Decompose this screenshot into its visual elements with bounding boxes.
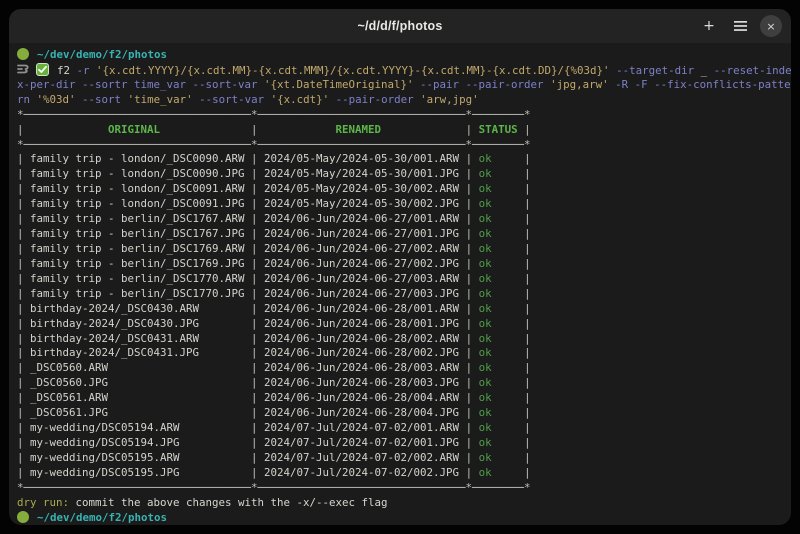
table-row: | my-wedding/DSC05195.ARW | 2024/07-Jul/… [17, 451, 791, 466]
command-line: f2 -r '{x.cdt.YYYY}/{x.cdt.MM}-{x.cdt.MM… [17, 63, 791, 78]
table-row: | my-wedding/DSC05195.JPG | 2024/07-Jul/… [17, 466, 791, 481]
table-row: | birthday-2024/_DSC0431.JPG | 2024/06-J… [17, 346, 791, 361]
table-border: *───────────────────────────────────*───… [17, 481, 791, 496]
menu-button[interactable] [729, 15, 751, 37]
command-wrap-line: rn '%03d' --sort 'time_var' --sort-var '… [17, 93, 791, 108]
prompt-line: ~/dev/demo/f2/photos [17, 48, 791, 63]
table-row: | family trip - berlin/_DSC1769.JPG | 20… [17, 257, 791, 272]
table-row: | family trip - berlin/_DSC1770.ARW | 20… [17, 272, 791, 287]
prompt-path: ~/dev/demo/f2/photos [37, 511, 167, 524]
terminal-body[interactable]: ~/dev/demo/f2/photos f2 -r '{x.cdt.YYYY}… [9, 43, 791, 525]
table-row: | family trip - london/_DSC0090.JPG | 20… [17, 167, 791, 182]
terminal-window: ~/d/d/f/photos + × ~/dev/demo/f2/photos … [9, 9, 791, 525]
new-tab-button[interactable]: + [698, 15, 720, 37]
table-row: | birthday-2024/_DSC0430.JPG | 2024/06-J… [17, 317, 791, 332]
command-text: f2 -r '{x.cdt.YYYY}/{x.cdt.MM}-{x.cdt.MM… [57, 64, 791, 77]
prompt-path: ~/dev/demo/f2/photos [37, 48, 167, 61]
table-row: | my-wedding/DSC05194.ARW | 2024/07-Jul/… [17, 421, 791, 436]
window-title: ~/d/d/f/photos [357, 19, 442, 33]
green-dot-icon [17, 511, 29, 523]
rename-table: *───────────────────────────────────*───… [17, 108, 791, 496]
table-row: | family trip - berlin/_DSC1769.ARW | 20… [17, 242, 791, 257]
table-border: *───────────────────────────────────*───… [17, 108, 791, 123]
table-row: | _DSC0561.JPG | 2024/06-Jun/2024-06-28/… [17, 406, 791, 421]
prompt-line: ~/dev/demo/f2/photos [17, 511, 791, 525]
hamburger-icon [734, 21, 747, 31]
table-row: | family trip - london/_DSC0091.ARW | 20… [17, 182, 791, 197]
window-buttons: + × [698, 9, 782, 43]
table-row: | family trip - london/_DSC0091.JPG | 20… [17, 197, 791, 212]
table-row: | family trip - berlin/_DSC1767.JPG | 20… [17, 227, 791, 242]
titlebar[interactable]: ~/d/d/f/photos + × [9, 9, 791, 43]
table-row: | birthday-2024/_DSC0430.ARW | 2024/06-J… [17, 302, 791, 317]
table-header-row: | ORIGINAL | RENAMED | STATUS | [17, 123, 791, 138]
table-row: | my-wedding/DSC05194.JPG | 2024/07-Jul/… [17, 436, 791, 451]
table-row: | _DSC0561.ARW | 2024/06-Jun/2024-06-28/… [17, 391, 791, 406]
table-row: | _DSC0560.ARW | 2024/06-Jun/2024-06-28/… [17, 361, 791, 376]
table-row: | family trip - london/_DSC0090.ARW | 20… [17, 152, 791, 167]
table-row: | family trip - berlin/_DSC1767.ARW | 20… [17, 212, 791, 227]
table-row: | _DSC0560.JPG | 2024/06-Jun/2024-06-28/… [17, 376, 791, 391]
close-button[interactable]: × [760, 15, 782, 37]
dry-run-message: dry run: commit the above changes with t… [17, 496, 791, 511]
table-border: *───────────────────────────────────*───… [17, 138, 791, 153]
table-row: | family trip - berlin/_DSC1770.JPG | 20… [17, 287, 791, 302]
command-wrap-line: x-per-dir --sortr time_var --sort-var '{… [17, 78, 791, 93]
green-dot-icon [17, 48, 29, 60]
table-row: | birthday-2024/_DSC0431.ARW | 2024/06-J… [17, 332, 791, 347]
